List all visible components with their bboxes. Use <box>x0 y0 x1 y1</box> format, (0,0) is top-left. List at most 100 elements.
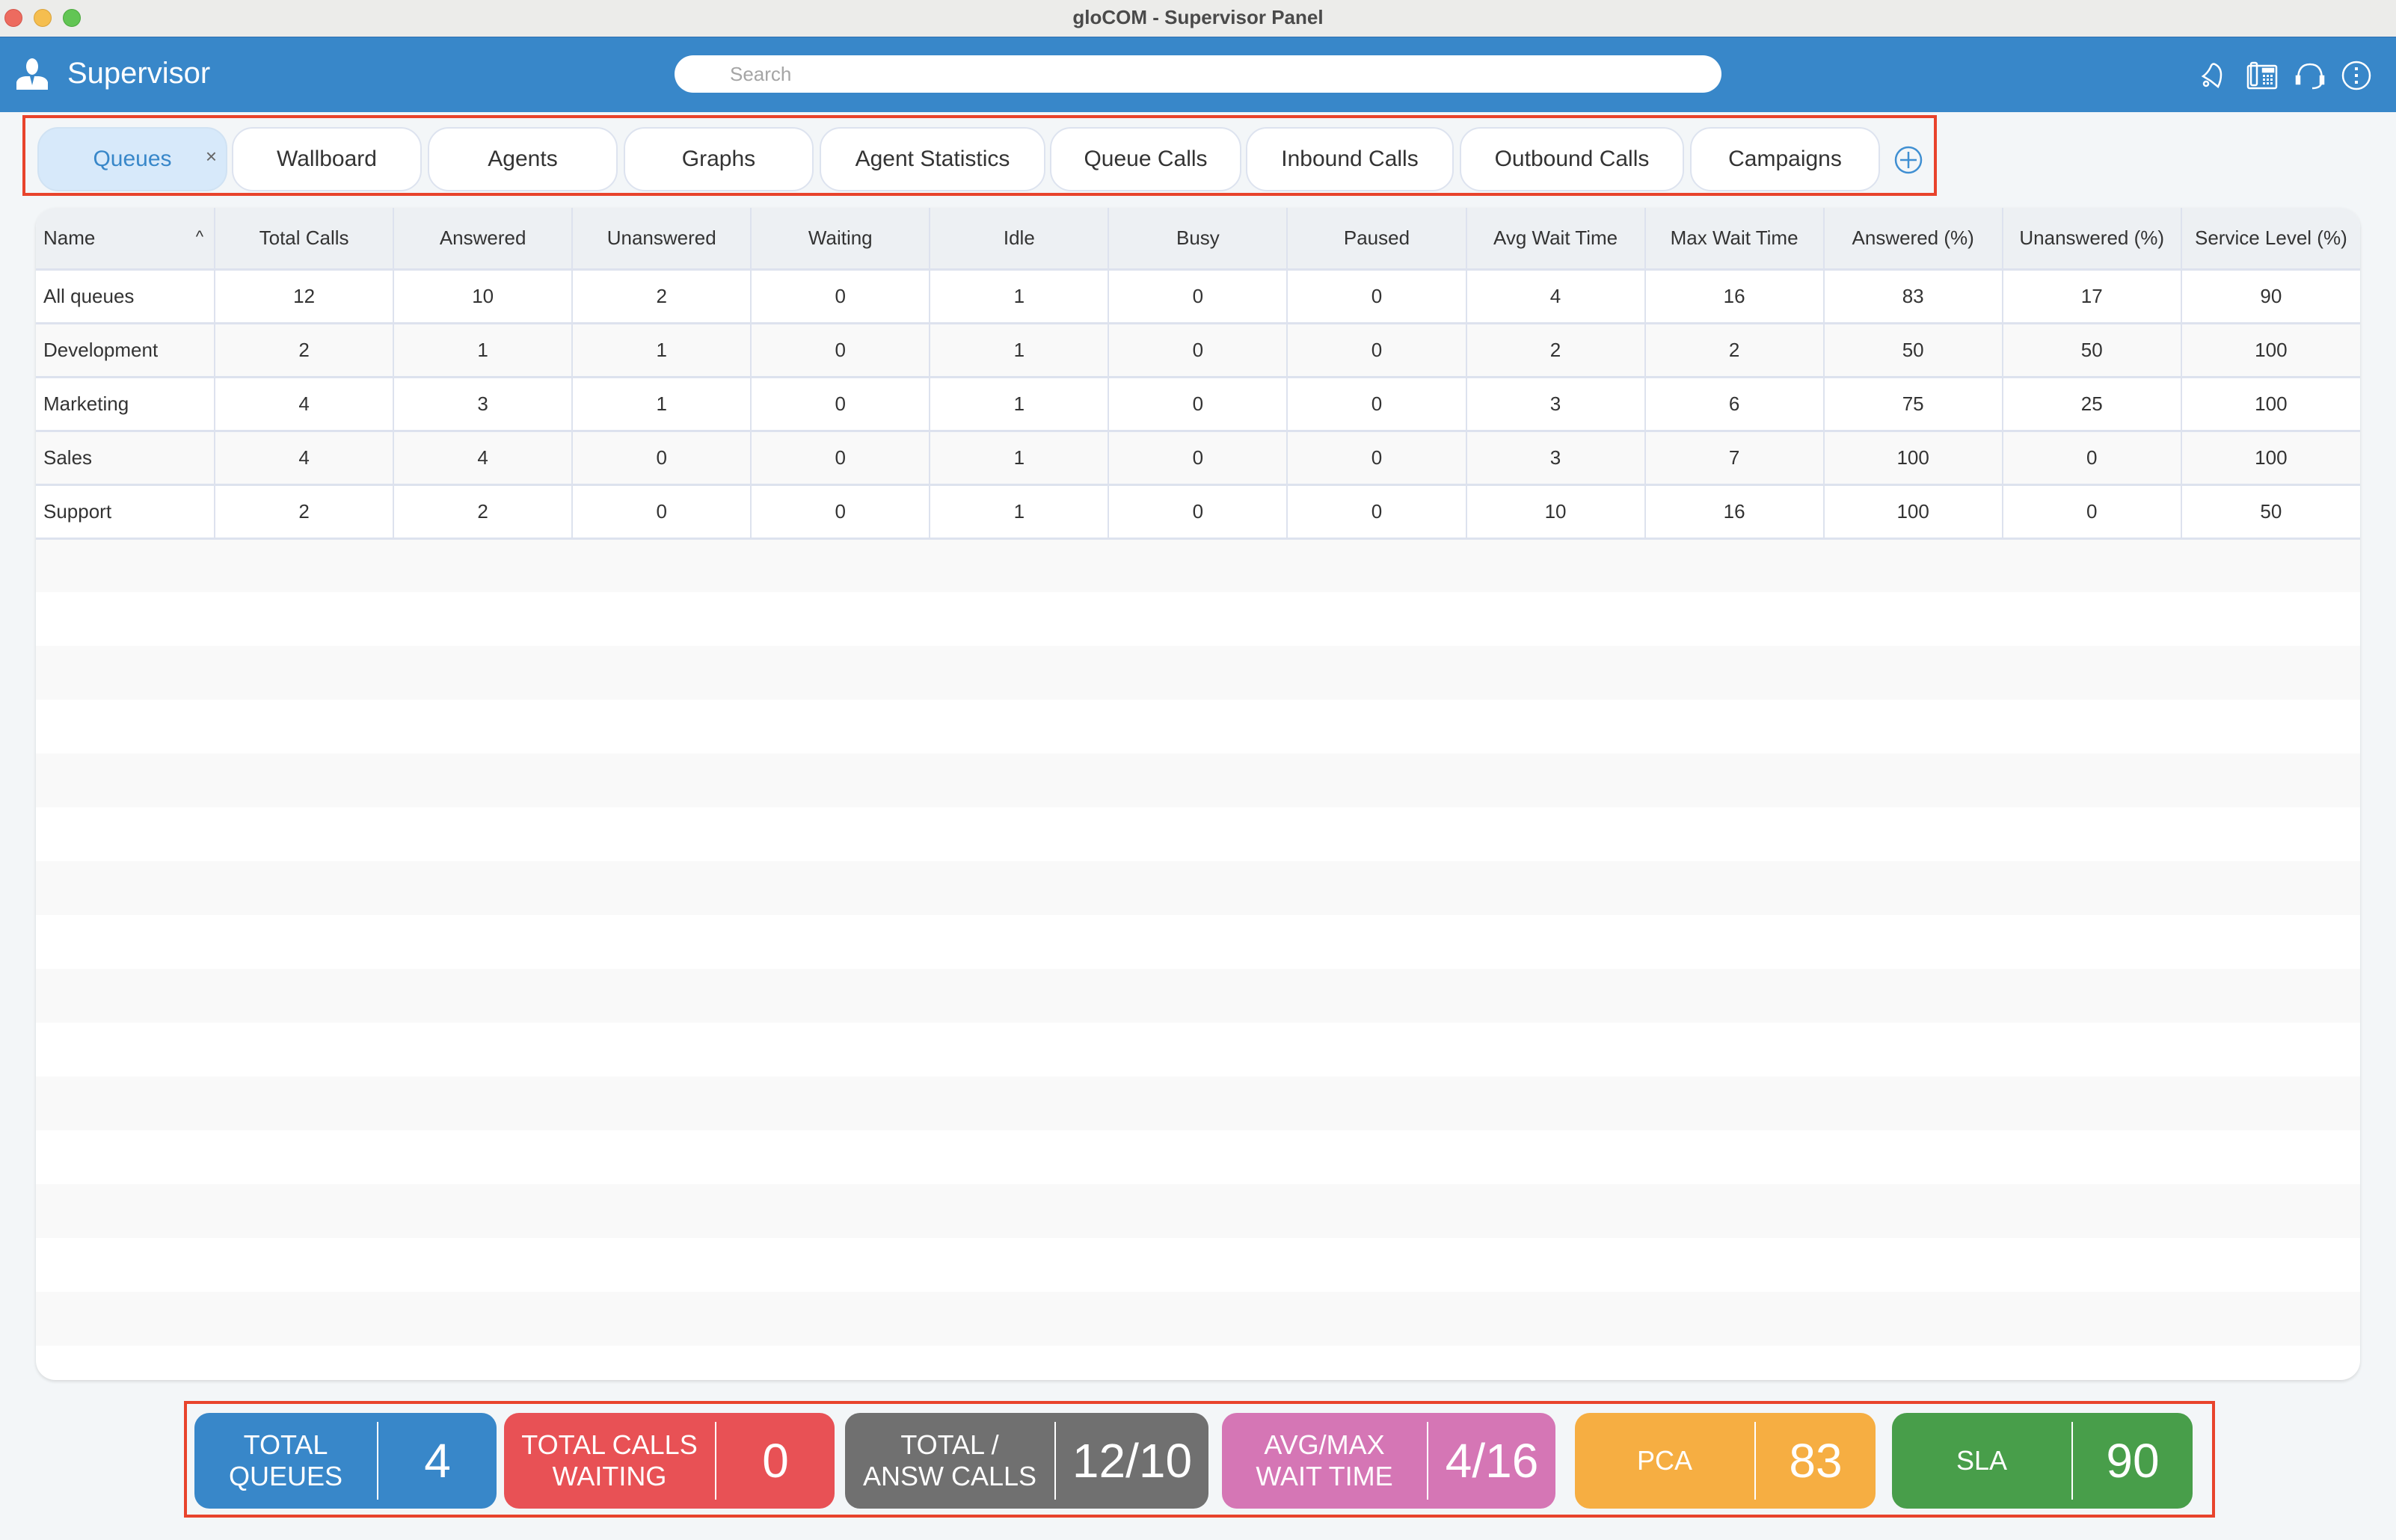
column-header-total-calls[interactable]: Total Calls <box>215 208 395 271</box>
table-cell: 100 <box>1823 431 2003 486</box>
queue-name-cell: Marketing <box>36 377 216 432</box>
search-input[interactable] <box>675 55 1721 93</box>
table-cell: 1 <box>930 377 1110 432</box>
column-header-paused[interactable]: Paused <box>1287 208 1467 271</box>
tab-campaigns[interactable]: Campaigns <box>1690 127 1880 191</box>
stat-value: 83 <box>1789 1434 1843 1488</box>
table-cell: 0 <box>751 484 931 540</box>
column-header-avg-wait-time[interactable]: Avg Wait Time <box>1466 208 1646 271</box>
bell-icon[interactable] <box>2199 60 2230 91</box>
window-title: gloCOM - Supervisor Panel <box>1072 6 1324 28</box>
stat-label: AVG/MAX WAIT TIME <box>1256 1429 1393 1491</box>
tab-label: Queue Calls <box>1084 147 1208 171</box>
table-cell: 2 <box>572 269 752 324</box>
table-row[interactable]: Development 2 1 1 0 1 0 0 2 2 50 50 100 <box>36 323 2360 378</box>
column-header-name[interactable]: Name ^ <box>36 208 216 271</box>
stat-total-answ-calls: TOTAL / ANSW CALLS 12/10 <box>845 1413 1208 1509</box>
table-cell: 0 <box>572 484 752 540</box>
column-header-max-wait-time[interactable]: Max Wait Time <box>1644 208 1825 271</box>
table-cell: 4 <box>393 431 574 486</box>
table-cell: 50 <box>1823 323 2003 378</box>
table-cell: 4 <box>215 431 395 486</box>
table-cell: 1 <box>930 323 1110 378</box>
stat-label: TOTAL / ANSW CALLS <box>862 1429 1037 1491</box>
stat-label: PCA <box>1636 1445 1693 1476</box>
table-cell: 0 <box>751 323 931 378</box>
tab-wallboard[interactable]: Wallboard <box>232 127 422 191</box>
stat-label: TOTAL CALLS WAITING <box>521 1429 698 1491</box>
stat-total-calls-waiting: TOTAL CALLS WAITING 0 <box>504 1413 835 1509</box>
tab-label: Inbound Calls <box>1281 147 1419 171</box>
table-cell: 50 <box>2002 323 2182 378</box>
table-cell: 90 <box>2181 269 2360 324</box>
desk-phone-icon[interactable] <box>2246 60 2278 91</box>
app-header: Supervisor <box>0 37 2396 112</box>
column-header-idle[interactable]: Idle <box>930 208 1110 271</box>
window-titlebar: gloCOM - Supervisor Panel <box>0 0 2396 37</box>
table-cell: 75 <box>1823 377 2003 432</box>
table-cell: 10 <box>393 269 574 324</box>
table-cell: 0 <box>2002 431 2182 486</box>
stat-label: SLA <box>1956 1445 2008 1476</box>
table-cell: 0 <box>751 431 931 486</box>
table-cell: 1 <box>930 484 1110 540</box>
add-tab-plus-icon[interactable] <box>1893 145 1923 175</box>
stat-sla: SLA 90 <box>1892 1413 2193 1509</box>
table-row[interactable]: Support 2 2 0 0 1 0 0 10 16 100 0 50 <box>36 484 2360 540</box>
table-cell: 0 <box>1108 377 1288 432</box>
table-cell: 2 <box>215 323 395 378</box>
column-header-busy[interactable]: Busy <box>1108 208 1288 271</box>
headset-icon[interactable] <box>2294 60 2326 91</box>
supervisor-user-icon <box>16 58 48 90</box>
column-header-unanswered[interactable]: Unanswered <box>572 208 752 271</box>
table-cell: 0 <box>1287 431 1467 486</box>
close-tab-icon[interactable]: × <box>206 145 217 168</box>
table-cell: 1 <box>930 431 1110 486</box>
queue-name-cell: All queues <box>36 269 216 324</box>
table-cell: 0 <box>1287 323 1467 378</box>
sort-ascending-icon[interactable]: ^ <box>196 227 203 247</box>
table-cell: 100 <box>2181 431 2360 486</box>
more-options-icon[interactable] <box>2341 60 2372 91</box>
table-cell: 0 <box>1287 484 1467 540</box>
table-cell: 83 <box>1823 269 2003 324</box>
column-header-waiting[interactable]: Waiting <box>751 208 931 271</box>
column-header-label: Name <box>43 226 96 249</box>
stat-value: 0 <box>762 1434 789 1488</box>
tab-bar: Queues × Wallboard Agents Graphs Agent S… <box>22 115 1937 196</box>
tab-queue-calls[interactable]: Queue Calls <box>1050 127 1241 191</box>
column-header-service-level-pct[interactable]: Service Level (%) <box>2181 208 2360 271</box>
tab-label: Agent Statistics <box>855 147 1010 171</box>
tab-label: Queues <box>93 147 172 171</box>
tab-label: Outbound Calls <box>1494 147 1650 171</box>
tab-inbound-calls[interactable]: Inbound Calls <box>1246 127 1454 191</box>
app-title: Supervisor <box>67 57 211 90</box>
table-cell: 4 <box>215 377 395 432</box>
stat-value: 90 <box>2106 1434 2160 1488</box>
queue-name-cell: Development <box>36 323 216 378</box>
table-cell: 3 <box>1466 431 1646 486</box>
table-cell: 100 <box>2181 323 2360 378</box>
table-cell: 4 <box>1466 269 1646 324</box>
table-cell: 0 <box>751 269 931 324</box>
table-row[interactable]: All queues 12 10 2 0 1 0 0 4 16 83 17 90 <box>36 269 2360 324</box>
tab-outbound-calls[interactable]: Outbound Calls <box>1460 127 1684 191</box>
table-cell: 10 <box>1466 484 1646 540</box>
table-cell: 100 <box>2181 377 2360 432</box>
stat-avg-max-wait-time: AVG/MAX WAIT TIME 4/16 <box>1222 1413 1555 1509</box>
table-cell: 2 <box>1466 323 1646 378</box>
column-header-answered[interactable]: Answered <box>393 208 574 271</box>
table-cell: 0 <box>1108 431 1288 486</box>
empty-table-area <box>36 538 2360 1352</box>
table-cell: 0 <box>1108 269 1288 324</box>
tab-queues[interactable]: Queues × <box>37 127 227 191</box>
tab-agent-statistics[interactable]: Agent Statistics <box>820 127 1045 191</box>
tab-agents[interactable]: Agents <box>428 127 618 191</box>
column-header-answered-pct[interactable]: Answered (%) <box>1823 208 2003 271</box>
tab-label: Campaigns <box>1728 147 1842 171</box>
table-cell: 2 <box>215 484 395 540</box>
table-row[interactable]: Sales 4 4 0 0 1 0 0 3 7 100 0 100 <box>36 431 2360 486</box>
column-header-unanswered-pct[interactable]: Unanswered (%) <box>2002 208 2182 271</box>
table-row[interactable]: Marketing 4 3 1 0 1 0 0 3 6 75 25 100 <box>36 377 2360 432</box>
tab-graphs[interactable]: Graphs <box>624 127 814 191</box>
